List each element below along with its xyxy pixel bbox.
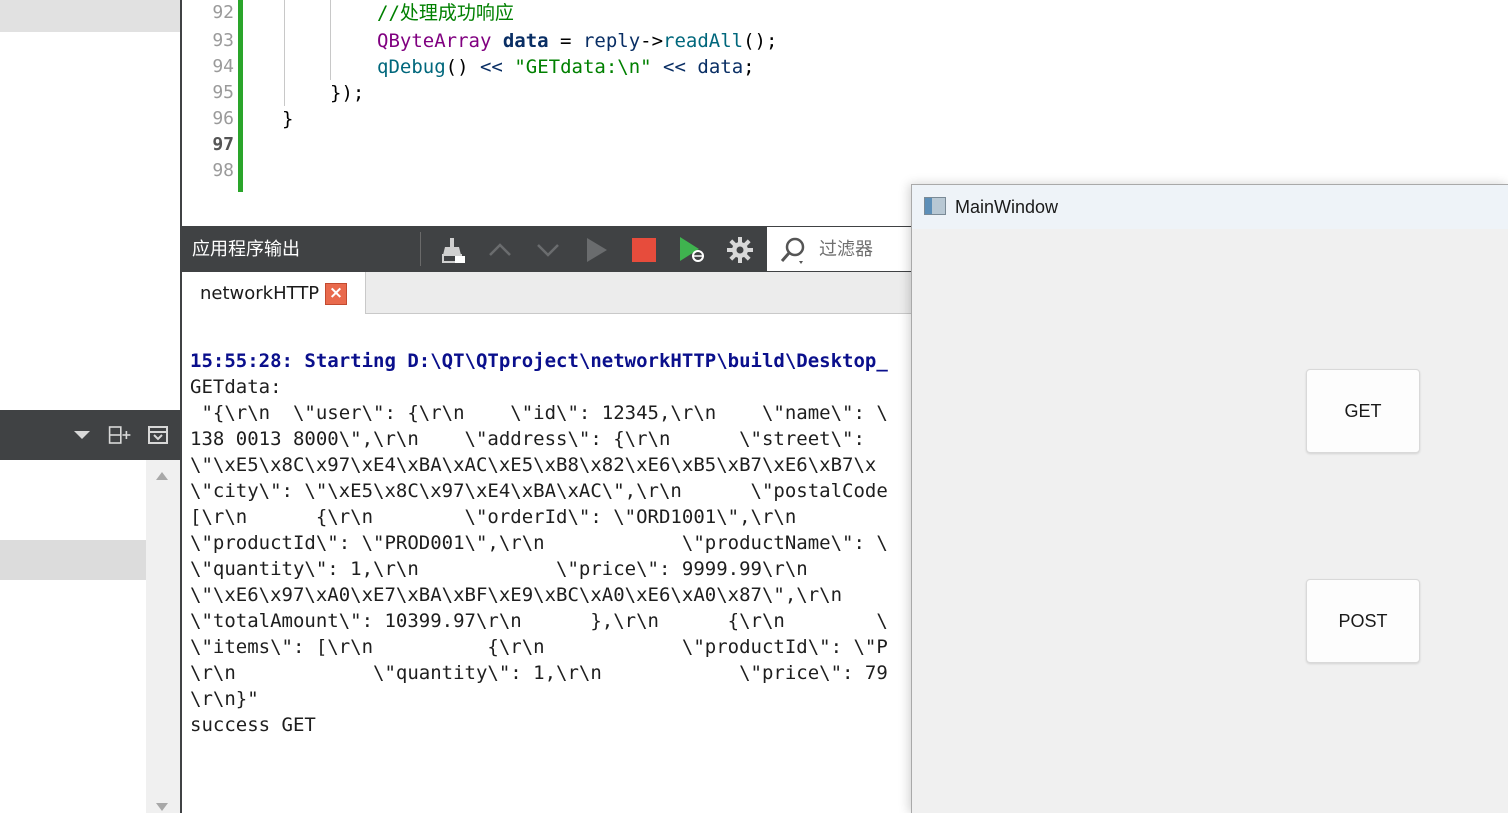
line-number: 93 (212, 30, 234, 51)
output-line: [\r\n {\r\n \"orderId\": \"ORD1001\",\r\… (190, 506, 797, 528)
scroll-up-icon[interactable] (156, 472, 168, 480)
tab-label: networkHTTP (200, 283, 320, 304)
code-line-96: } (282, 108, 294, 130)
output-line: \r\n \"quantity\": 1,\r\n \"price\": 79 (190, 662, 888, 684)
code-operator: << (479, 56, 503, 78)
window-app-icon (924, 197, 946, 215)
sidebar-scrollbar[interactable] (146, 460, 180, 813)
code-punctuation: ; (743, 56, 755, 78)
code-identifier: reply (582, 30, 641, 52)
close-pane-icon[interactable] (146, 423, 170, 447)
window-title: MainWindow (955, 197, 1059, 217)
code-string: "GETdata:\n" (514, 56, 652, 78)
code-line-92: //处理成功响应 (377, 0, 514, 26)
output-line: \"totalAmount\": 10399.97\r\n },\r\n {\r… (190, 610, 888, 632)
filter-placeholder: 过滤器 (819, 239, 873, 260)
window-client-area: GET POST (912, 229, 1508, 813)
line-number: 94 (212, 56, 234, 77)
line-number: 92 (212, 2, 234, 23)
indent-guide (284, 0, 285, 106)
rerun-icon[interactable] (580, 234, 612, 266)
code-identifier: data (697, 56, 744, 78)
chevron-up-icon[interactable] (484, 234, 516, 266)
code-operator: << (663, 56, 686, 78)
line-number: 96 (212, 108, 234, 129)
output-line: \"\xE6\x97\xA0\xE7\xBA\xBF\xE9\xBC\xA0\x… (190, 584, 843, 606)
sidebar-toolbar (0, 410, 180, 460)
output-line: 138 0013 8000\",\r\n \"address\": {\r\n … (190, 428, 888, 450)
output-line: GETdata: (190, 376, 282, 398)
post-button[interactable]: POST (1306, 579, 1420, 663)
chevron-down-icon[interactable] (532, 234, 564, 266)
line-number-gutter: 92 93 94 95 96 97 98 (182, 0, 240, 224)
output-line: \"city\": \"\xE5\x8C\x97\xE4\xBA\xAC\",\… (190, 480, 888, 502)
output-line: success GET (190, 714, 316, 736)
output-line: "{\r\n \"user\": {\r\n \"id\": 12345,\r\… (190, 402, 888, 424)
tab-networkhttp[interactable]: networkHTTP × (182, 272, 366, 314)
get-button[interactable]: GET (1306, 369, 1420, 453)
code-function: readAll (663, 30, 744, 52)
output-line: \"items\": [\r\n {\r\n \"productId\": \"… (190, 636, 888, 658)
output-line: \"productId\": \"PROD001\",\r\n \"produc… (190, 532, 888, 554)
code-function: qDebug (377, 56, 446, 78)
scroll-down-icon[interactable] (156, 803, 168, 811)
sidebar-selected-row[interactable] (0, 0, 180, 32)
chevron-down-icon[interactable] (70, 423, 94, 447)
line-number: 98 (212, 160, 234, 181)
code-punctuation: () (445, 56, 480, 78)
code-variable: data (502, 30, 549, 52)
output-line: 15:55:28: Starting D:\QT\QTproject\netwo… (190, 350, 888, 372)
code-operator: -> (640, 30, 664, 52)
clear-output-icon[interactable] (436, 234, 468, 266)
line-number-current: 97 (212, 134, 234, 155)
indent-guide (330, 0, 331, 80)
search-icon[interactable] (779, 235, 809, 265)
code-operator: = (548, 30, 583, 52)
debug-run-icon[interactable] (676, 234, 708, 266)
gear-icon[interactable] (724, 234, 756, 266)
sidebar-highlight-row[interactable] (0, 540, 146, 580)
window-titlebar[interactable]: MainWindow (912, 185, 1508, 229)
code-punctuation: (); (743, 30, 778, 52)
code-line-93: QByteArray data = reply->readAll(); (377, 28, 777, 54)
code-line-95: }); (330, 82, 365, 104)
output-pane-title: 应用程序输出 (192, 239, 300, 260)
left-sidebar (0, 0, 180, 813)
split-add-icon[interactable] (108, 423, 132, 447)
output-line: \"\xE5\x8C\x97\xE4\xBA\xAC\xE5\xB8\x82\x… (190, 454, 877, 476)
code-line-94: qDebug() << "GETdata:\n" << data; (377, 54, 755, 80)
code-comment: //处理成功响应 (377, 2, 514, 24)
line-number: 95 (212, 82, 234, 103)
toolbar-separator (420, 232, 421, 266)
main-window: MainWindow GET POST (911, 184, 1508, 813)
change-marker (238, 0, 243, 192)
stop-icon[interactable] (628, 234, 660, 266)
output-line: \"quantity\": 1,\r\n \"price\": 9999.99\… (190, 558, 808, 580)
output-line: \r\n}" (190, 688, 259, 710)
close-icon[interactable]: × (325, 283, 347, 305)
code-type: QByteArray (377, 30, 492, 52)
